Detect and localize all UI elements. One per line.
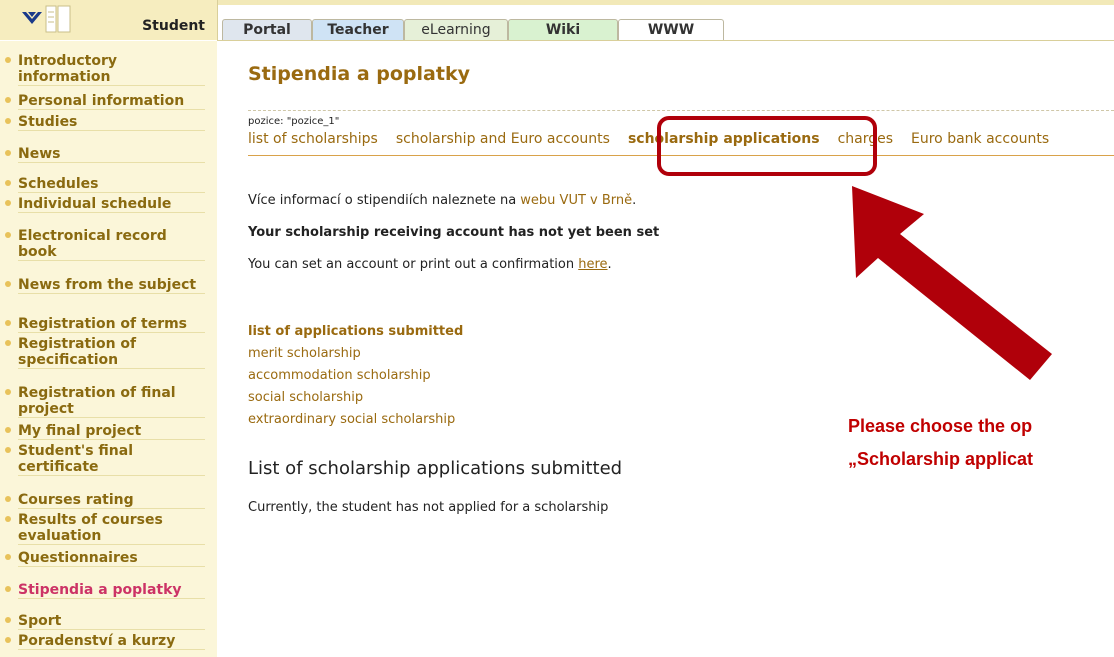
info-text: Více informací o stipendiích naleznete n…: [248, 193, 521, 208]
sidebar-item-label: News: [18, 146, 61, 162]
here-link[interactable]: here: [578, 257, 607, 272]
sidebar-item-studies[interactable]: Studies: [5, 114, 205, 131]
sidebar-item-label: Sport: [18, 613, 62, 629]
tabs-divider: [217, 40, 1114, 41]
sidebar-item-label: Results of courses evaluation: [18, 512, 163, 544]
bullet-icon: [5, 427, 11, 433]
bullet-icon: [5, 389, 11, 395]
arrow-icon: [852, 186, 1052, 380]
bullet-icon: [5, 200, 11, 206]
sidebar-item-my-final-project[interactable]: My final project: [5, 423, 205, 440]
status-text: Currently, the student has not applied f…: [248, 500, 609, 515]
bullet-icon: [5, 320, 11, 326]
sidebar-item-introductory[interactable]: Introductory information: [5, 53, 205, 86]
subnav-euro-bank-accounts[interactable]: Euro bank accounts: [911, 131, 1049, 147]
info-paragraph: Více informací o stipendiích naleznete n…: [248, 193, 636, 208]
bullet-icon: [5, 118, 11, 124]
sidebar-item-personal[interactable]: Personal information: [5, 93, 205, 110]
bullet-icon: [5, 586, 11, 592]
bullet-icon: [5, 150, 11, 156]
bullet-icon: [5, 447, 11, 453]
sidebar-item-label: Registration of specification: [18, 336, 137, 368]
sidebar-item-label: My final project: [18, 423, 142, 439]
bullet-icon: [5, 340, 11, 346]
sidebar-item-label: Individual schedule: [18, 196, 172, 212]
highlight-box: [657, 116, 877, 176]
sidebar-item-label: Courses rating: [18, 492, 134, 508]
instruction-line-2: „Scholarship applicat: [848, 449, 1034, 469]
top-bar: Student Portal Teacher eLearning Wiki WW…: [0, 0, 1114, 41]
position-label: pozice: "pozice_1": [248, 116, 340, 127]
sidebar-item-label: Registration of terms: [18, 316, 188, 332]
sidebar-item-label: Questionnaires: [18, 550, 138, 566]
top-tabs: Portal Teacher eLearning Wiki WWW: [222, 19, 724, 41]
account-suffix: .: [607, 257, 612, 272]
sidebar-item-news[interactable]: News: [5, 146, 205, 163]
tab-wiki[interactable]: Wiki: [508, 19, 618, 41]
sidebar-item-record-book[interactable]: Electronical record book: [5, 228, 205, 261]
sidebar-item-label: News from the subject: [18, 277, 197, 293]
sidebar-item-sport[interactable]: Sport: [5, 613, 205, 630]
link-merit-scholarship[interactable]: merit scholarship: [248, 346, 361, 361]
subnav-scholarship-euro-accounts[interactable]: scholarship and Euro accounts: [396, 131, 610, 147]
sidebar-item-label: Stipendia a poplatky: [18, 582, 182, 598]
sidebar-item-news-subject[interactable]: News from the subject: [5, 277, 205, 294]
info-suffix: .: [632, 193, 637, 208]
student-tab[interactable]: Student: [142, 18, 205, 34]
bullet-icon: [5, 516, 11, 522]
bullet-icon: [5, 97, 11, 103]
account-notice: Your scholarship receiving account has n…: [248, 225, 660, 240]
link-applications-submitted[interactable]: list of applications submitted: [248, 324, 463, 339]
sidebar-item-label: Studies: [18, 114, 78, 130]
sidebar-item-final-certificate[interactable]: Student's final certificate: [5, 443, 205, 476]
school-logo-icon[interactable]: [20, 4, 72, 34]
instruction-line-1: Please choose the op: [848, 416, 1033, 436]
bullet-icon: [5, 554, 11, 560]
sidebar: Introductory information Personal inform…: [0, 41, 217, 657]
tab-www[interactable]: WWW: [618, 19, 724, 41]
bullet-icon: [5, 637, 11, 643]
account-paragraph: You can set an account or print out a co…: [248, 257, 612, 272]
sidebar-item-schedules[interactable]: Schedules: [5, 176, 205, 193]
subnav-list-of-scholarships[interactable]: list of scholarships: [248, 131, 378, 147]
sidebar-item-registration-terms[interactable]: Registration of terms: [5, 316, 205, 333]
sidebar-item-courses-rating[interactable]: Courses rating: [5, 492, 205, 509]
sidebar-item-registration-final-project[interactable]: Registration of final project: [5, 385, 205, 418]
sidebar-item-label: Schedules: [18, 176, 99, 192]
sidebar-item-registration-specification[interactable]: Registration of specification: [5, 336, 205, 369]
bullet-icon: [5, 617, 11, 623]
dashed-divider: [248, 110, 1114, 111]
sidebar-item-courses-evaluation[interactable]: Results of courses evaluation: [5, 512, 205, 545]
page-title: Stipendia a poplatky: [248, 63, 470, 85]
tab-elearning[interactable]: eLearning: [404, 19, 508, 41]
account-text: You can set an account or print out a co…: [248, 257, 579, 272]
sidebar-item-individual-schedule[interactable]: Individual schedule: [5, 196, 205, 213]
logo-cell: Student: [0, 0, 218, 40]
section-heading: List of scholarship applications submitt…: [248, 458, 623, 479]
bullet-icon: [5, 281, 11, 287]
bullet-icon: [5, 496, 11, 502]
bullet-icon: [5, 180, 11, 186]
sidebar-item-label: Electronical record book: [18, 228, 167, 260]
sidebar-item-label: Poradenství a kurzy: [18, 633, 176, 649]
vut-web-link[interactable]: webu VUT v Brně: [520, 193, 632, 208]
sidebar-item-label: Personal information: [18, 93, 185, 109]
sidebar-item-label: Registration of final project: [18, 385, 176, 417]
sidebar-item-poradenstvi[interactable]: Poradenství a kurzy: [5, 633, 205, 650]
sidebar-item-questionnaires[interactable]: Questionnaires: [5, 550, 205, 567]
link-social-scholarship[interactable]: social scholarship: [248, 390, 363, 405]
bullet-icon: [5, 232, 11, 238]
sidebar-item-stipendia[interactable]: Stipendia a poplatky: [5, 582, 205, 599]
link-accommodation-scholarship[interactable]: accommodation scholarship: [248, 368, 431, 383]
sidebar-item-label: Introductory information: [18, 53, 118, 85]
tab-portal[interactable]: Portal: [222, 19, 312, 41]
sidebar-item-label: Student's final certificate: [18, 443, 134, 475]
link-extraordinary-social-scholarship[interactable]: extraordinary social scholarship: [248, 412, 455, 427]
tab-teacher[interactable]: Teacher: [312, 19, 404, 41]
bullet-icon: [5, 57, 11, 63]
